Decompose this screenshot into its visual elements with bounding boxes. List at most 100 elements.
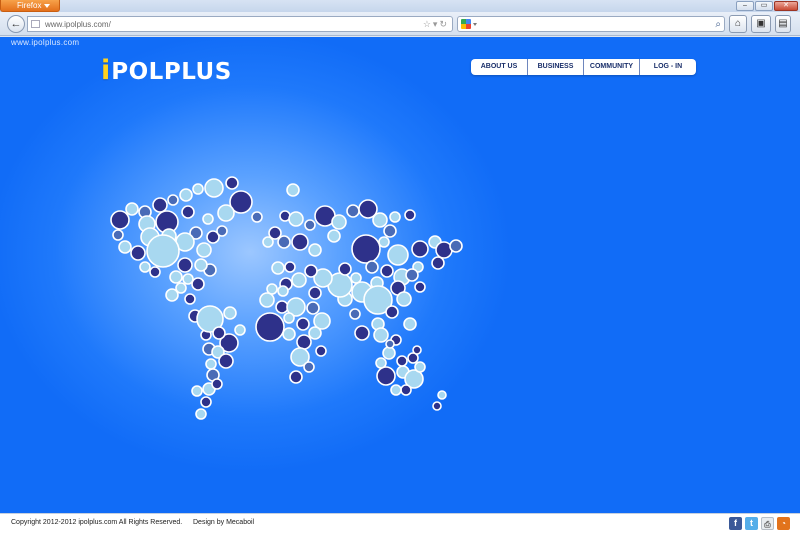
map-bubble	[234, 324, 246, 336]
map-bubble	[204, 178, 224, 198]
map-bubble	[211, 378, 223, 390]
map-bubble	[331, 214, 347, 230]
map-bubble	[277, 235, 291, 249]
map-bubble	[182, 273, 194, 285]
map-bubble	[306, 301, 320, 315]
map-bubble	[223, 306, 237, 320]
twitter-icon[interactable]: t	[745, 517, 758, 530]
map-bubble	[403, 317, 417, 331]
map-bubble	[349, 308, 361, 320]
map-bubble	[149, 266, 161, 278]
map-bubble	[385, 339, 395, 349]
minimize-button[interactable]: –	[736, 1, 754, 11]
page-content: www.ipolplus.com iPOLPLUS ABOUT US BUSIN…	[0, 37, 800, 513]
map-bubble	[130, 245, 146, 261]
map-bubble	[373, 327, 389, 343]
map-bubble	[165, 288, 179, 302]
chevron-down-icon	[44, 4, 50, 8]
map-bubble	[167, 194, 179, 206]
map-bubble	[283, 312, 295, 324]
map-bubble	[385, 305, 399, 319]
map-bubble	[112, 229, 124, 241]
facebook-icon[interactable]: f	[729, 517, 742, 530]
map-bubble	[251, 211, 263, 223]
map-bubble	[200, 396, 212, 408]
map-bubble	[400, 384, 412, 396]
firefox-menu-button[interactable]: Firefox	[0, 0, 60, 12]
map-bubble	[282, 327, 296, 341]
map-bubble	[152, 197, 168, 213]
close-button[interactable]: ✕	[774, 1, 798, 11]
map-bubble	[378, 236, 390, 248]
search-bar[interactable]: ⌕	[457, 16, 725, 32]
map-bubble	[372, 212, 388, 228]
navigation-toolbar: ← www.ipolplus.com/ ☆▾↻ ⌕ ⌂ ▣ ▤	[0, 12, 800, 36]
title-bar: Firefox – ▭ ✕	[0, 0, 800, 12]
map-bubble	[259, 292, 275, 308]
map-bubble	[262, 236, 274, 248]
map-bubble	[110, 210, 130, 230]
map-bubble	[277, 285, 289, 297]
map-bubble	[179, 188, 193, 202]
map-bubble	[414, 281, 426, 293]
map-bubble	[449, 239, 463, 253]
back-button[interactable]: ←	[7, 15, 25, 33]
search-engine-icon[interactable]	[461, 19, 471, 29]
map-bubble	[396, 291, 412, 307]
map-bubble	[382, 346, 396, 360]
map-bubble	[196, 242, 212, 258]
map-bubble	[304, 264, 318, 278]
map-bubble	[303, 361, 315, 373]
addon-button[interactable]: ▤	[775, 15, 791, 33]
map-bubble	[184, 293, 196, 305]
map-bubble	[217, 204, 235, 222]
map-bubble	[351, 234, 381, 264]
map-bubble	[212, 326, 226, 340]
site-identity-icon[interactable]	[31, 20, 40, 28]
map-bubble	[169, 270, 183, 284]
map-bubble	[380, 264, 394, 278]
print-icon[interactable]: ⎙	[761, 517, 774, 530]
map-bubble	[383, 224, 397, 238]
chevron-down-icon	[473, 23, 477, 26]
map-bubble	[202, 213, 214, 225]
map-bubble	[284, 261, 296, 273]
bookmarks-icon: ▣	[756, 18, 766, 29]
map-bubble	[195, 408, 207, 420]
map-bubble	[308, 326, 322, 340]
window-controls: – ▭ ✕	[736, 1, 798, 11]
map-bubble	[192, 183, 204, 195]
url-bar[interactable]: www.ipolplus.com/ ☆▾↻	[27, 16, 453, 32]
map-bubble	[216, 225, 228, 237]
map-bubble	[375, 357, 387, 369]
map-bubble	[346, 204, 360, 218]
map-bubble	[387, 244, 409, 266]
map-bubble	[431, 256, 445, 270]
map-bubble	[315, 345, 327, 357]
map-bubble	[308, 286, 322, 300]
map-bubble	[289, 370, 303, 384]
bookmarks-button[interactable]: ▣	[751, 15, 771, 33]
bookmark-star-icon[interactable]: ☆▾↻	[423, 17, 449, 32]
map-bubble	[146, 234, 180, 268]
map-bubble	[296, 317, 310, 331]
rss-icon[interactable]: ◔	[777, 517, 790, 530]
map-bubble	[338, 262, 352, 276]
search-icon[interactable]: ⌕	[715, 17, 721, 32]
map-bubble	[125, 202, 139, 216]
map-bubble	[414, 361, 426, 373]
map-bubble	[225, 176, 239, 190]
map-bubble	[139, 261, 151, 273]
map-bubble	[255, 312, 285, 342]
map-bubble	[327, 229, 341, 243]
map-bubble	[191, 277, 205, 291]
home-button[interactable]: ⌂	[729, 15, 747, 33]
map-bubble	[191, 385, 203, 397]
url-text[interactable]: www.ipolplus.com/	[45, 17, 111, 32]
map-bubble	[291, 272, 307, 288]
maximize-button[interactable]: ▭	[755, 1, 773, 11]
page-footer: Copyright 2012-2012 ipolplus.com All Rig…	[0, 513, 800, 533]
map-bubble	[308, 243, 322, 257]
map-bubble	[437, 390, 447, 400]
home-icon: ⌂	[734, 18, 742, 29]
